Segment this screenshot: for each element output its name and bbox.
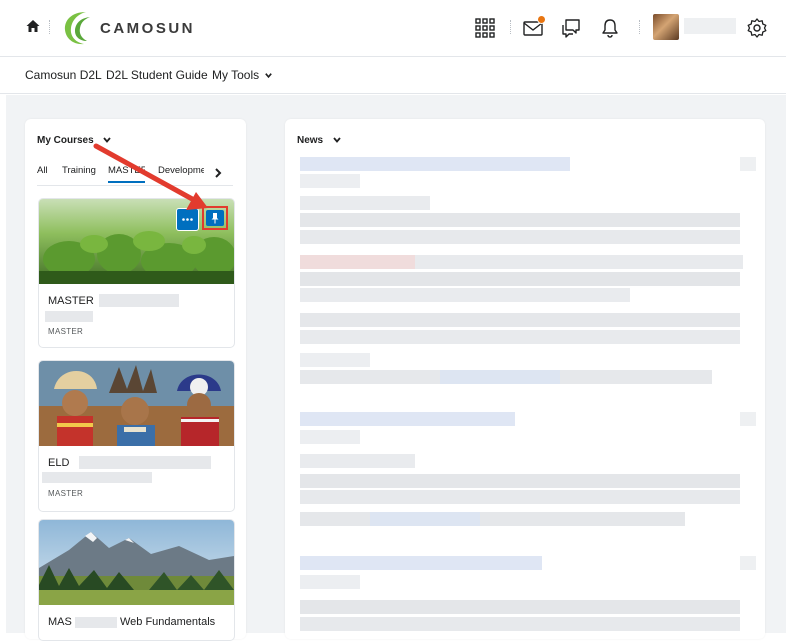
nav-bar: Camosun D2L D2L Student Guide My Tools [0, 57, 786, 94]
gear-icon[interactable] [746, 17, 768, 39]
nav-link-my-tools-label: My Tools [212, 68, 260, 82]
redacted-text [45, 311, 93, 322]
course-card[interactable]: MAS Web Fundamentals [38, 519, 235, 641]
course-image-people [39, 361, 234, 446]
user-name-redacted[interactable] [684, 18, 736, 34]
redacted-text [42, 472, 152, 483]
annotation-arrow [93, 143, 208, 210]
separator [49, 20, 51, 34]
course-title: ELD [48, 457, 70, 469]
course-subtitle: MASTER [48, 327, 84, 336]
logo-swoosh-icon [64, 12, 90, 45]
chevron-down-icon [333, 137, 341, 144]
course-card[interactable]: ELD MASTER [38, 360, 235, 512]
course-title: MAS Web Fundamentals [48, 616, 215, 628]
chevron-down-icon [265, 73, 273, 79]
redacted-text [74, 616, 117, 628]
course-title-prefix: MAS [48, 616, 72, 628]
separator [510, 20, 512, 34]
course-title-suffix: Web Fundamentals [119, 616, 216, 628]
nav-link-my-tools[interactable]: My Tools [212, 68, 273, 82]
course-title: MASTER [48, 295, 94, 307]
avatar[interactable] [653, 14, 679, 40]
course-subtitle: MASTER [48, 489, 84, 498]
grid-icon[interactable] [474, 17, 496, 39]
top-bar: CAMOSUN [0, 0, 786, 57]
my-courses-title-label: My Courses [37, 135, 94, 146]
nav-link-camosun-d2l[interactable]: Camosun D2L [25, 68, 102, 82]
home-icon[interactable] [25, 18, 41, 34]
camosun-logo[interactable]: CAMOSUN [60, 9, 195, 47]
redacted-text [99, 294, 179, 307]
notification-badge [537, 15, 546, 24]
chat-icon[interactable] [560, 17, 582, 39]
redacted-text [79, 456, 211, 469]
course-image-mountains [39, 520, 234, 605]
nav-link-student-guide[interactable]: D2L Student Guide [106, 68, 208, 82]
logo-text: CAMOSUN [100, 19, 195, 37]
separator [639, 20, 641, 34]
bell-icon[interactable] [599, 17, 621, 39]
news-title-label: News [297, 135, 324, 146]
tab-all[interactable]: All [37, 165, 48, 176]
news-title[interactable]: News [297, 135, 342, 146]
